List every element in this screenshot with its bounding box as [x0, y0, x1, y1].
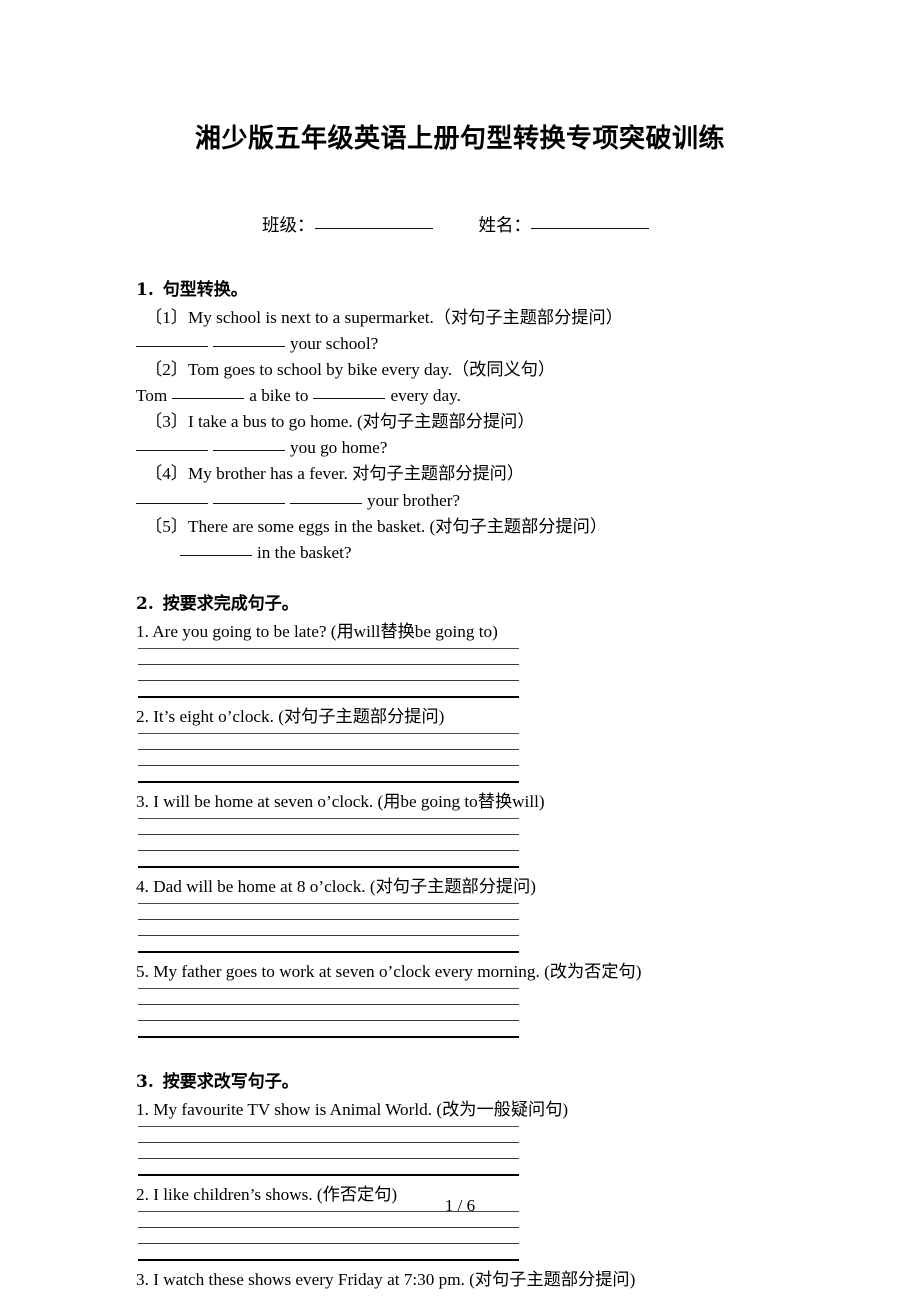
- s1-question-2: 〔2〕Tom goes to school by bike every day.…: [145, 359, 556, 379]
- page-number-footer: 1 / 6: [444, 1196, 476, 1215]
- answer-rule[interactable]: [138, 1174, 519, 1177]
- name-label: 姓名：: [478, 216, 532, 236]
- s1-answer-1-text: your school?: [290, 333, 379, 353]
- s2-answer-lines-5[interactable]: [138, 988, 519, 1039]
- answer-rule[interactable]: [138, 732, 519, 734]
- answer-rule[interactable]: [138, 679, 519, 681]
- s2-question-3: 3. I will be home at seven o’clock. (用be…: [136, 791, 545, 811]
- class-input-blank[interactable]: [314, 228, 433, 229]
- answer-rule[interactable]: [138, 850, 519, 852]
- s1-answer-5-text: in the basket?: [257, 542, 352, 562]
- page-title: 湘少版五年级英语上册句型转换专项突破训练: [194, 124, 725, 154]
- fill-blank[interactable]: [136, 345, 208, 347]
- s1-question-1: 〔1〕My school is next to a supermarket.（对…: [145, 307, 623, 327]
- answer-rule[interactable]: [138, 764, 519, 766]
- section-2-number: 2.: [136, 594, 154, 615]
- s1-answer-2-mid: a bike to: [249, 386, 309, 406]
- answer-rule[interactable]: [138, 951, 519, 954]
- answer-rule[interactable]: [138, 663, 519, 665]
- answer-rule[interactable]: [138, 1243, 519, 1245]
- s2-question-4: 4. Dad will be home at 8 o’clock. (对句子主题…: [136, 877, 537, 897]
- answer-rule[interactable]: [138, 780, 519, 783]
- answer-rule[interactable]: [138, 1126, 519, 1128]
- s1-answer-3: you go home?: [136, 435, 836, 461]
- s2-answer-lines-3[interactable]: [138, 818, 519, 869]
- s2-answer-lines-2[interactable]: [138, 732, 519, 783]
- answer-rule[interactable]: [138, 866, 519, 869]
- fill-blank[interactable]: [136, 450, 208, 452]
- answer-rule[interactable]: [138, 1227, 519, 1229]
- answer-rule[interactable]: [138, 1142, 519, 1144]
- section-3-number: 3.: [136, 1072, 154, 1093]
- s1-answer-2-head: Tom: [136, 386, 168, 406]
- section-3-heading: 3. 按要求改写句子。: [136, 1070, 836, 1095]
- answer-rule[interactable]: [138, 1020, 519, 1022]
- s1-answer-2-tail: every day.: [390, 386, 461, 406]
- s3-question-1: 1. My favourite TV show is Animal World.…: [136, 1100, 569, 1120]
- answer-rule[interactable]: [138, 919, 519, 921]
- s1-question-3: 〔3〕I take a bus to go home. (对句子主题部分提问）: [145, 412, 535, 432]
- s1-question-5: 〔5〕There are some eggs in the basket. (对…: [145, 516, 608, 536]
- fill-blank[interactable]: [290, 502, 362, 504]
- answer-rule[interactable]: [138, 748, 519, 750]
- fill-blank[interactable]: [180, 554, 252, 556]
- answer-rule[interactable]: [138, 695, 519, 698]
- section-1-number: 1.: [136, 280, 154, 300]
- answer-rule[interactable]: [138, 935, 519, 937]
- s3-answer-lines-1[interactable]: [138, 1126, 519, 1177]
- answer-rule[interactable]: [138, 1036, 519, 1039]
- fill-blank[interactable]: [213, 502, 285, 504]
- fill-blank[interactable]: [172, 398, 245, 400]
- section-1-heading: 1. 句型转换。: [136, 278, 836, 303]
- s3-answer-lines-2[interactable]: [138, 1211, 519, 1262]
- s2-answer-lines-1[interactable]: [138, 647, 519, 698]
- section-3-title: 按要求改写句子。: [162, 1072, 299, 1093]
- s2-question-1: 1. Are you going to be late? (用will替换be …: [136, 621, 498, 641]
- s2-answer-lines-4[interactable]: [138, 903, 519, 954]
- fill-blank[interactable]: [136, 502, 208, 504]
- answer-rule[interactable]: [138, 647, 519, 649]
- fill-blank[interactable]: [313, 398, 386, 400]
- fill-blank[interactable]: [213, 345, 285, 347]
- class-label: 班级：: [262, 216, 315, 236]
- answer-rule[interactable]: [138, 1004, 519, 1006]
- s1-answer-1: your school?: [136, 331, 836, 357]
- section-2-heading: 2. 按要求完成句子。: [136, 592, 836, 617]
- answer-rule[interactable]: [138, 834, 519, 836]
- fill-blank[interactable]: [213, 450, 285, 452]
- answer-rule[interactable]: [138, 903, 519, 905]
- s1-answer-5: in the basket?: [136, 540, 836, 566]
- student-info-row: 班级： 姓名：: [262, 212, 649, 237]
- answer-rule[interactable]: [138, 988, 519, 990]
- s1-answer-4-text: your brother?: [367, 490, 461, 510]
- s2-question-5: 5. My father goes to work at seven o’clo…: [136, 962, 642, 982]
- name-input-blank[interactable]: [531, 228, 649, 229]
- worksheet-page: 湘少版五年级英语上册句型转换专项突破训练 班级： 姓名： 1. 句型转换。 〔1〕M…: [0, 0, 920, 1302]
- worksheet-body: 1. 句型转换。 〔1〕My school is next to a superm…: [136, 278, 836, 1293]
- s1-answer-2: Tom a bike to every day.: [136, 383, 836, 409]
- s1-answer-3-text: you go home?: [290, 438, 388, 458]
- s1-question-4: 〔4〕My brother has a fever. 对句子主题部分提问）: [145, 464, 525, 484]
- s2-question-2: 2. It’s eight o’clock. (对句子主题部分提问): [136, 706, 445, 726]
- s1-answer-4: your brother?: [136, 488, 836, 514]
- section-1-title: 句型转换。: [162, 280, 248, 300]
- answer-rule[interactable]: [138, 1158, 519, 1160]
- s3-question-3: 3. I watch these shows every Friday at 7…: [136, 1270, 636, 1290]
- answer-rule[interactable]: [138, 818, 519, 820]
- section-2-title: 按要求完成句子。: [162, 594, 299, 615]
- answer-rule[interactable]: [138, 1259, 519, 1262]
